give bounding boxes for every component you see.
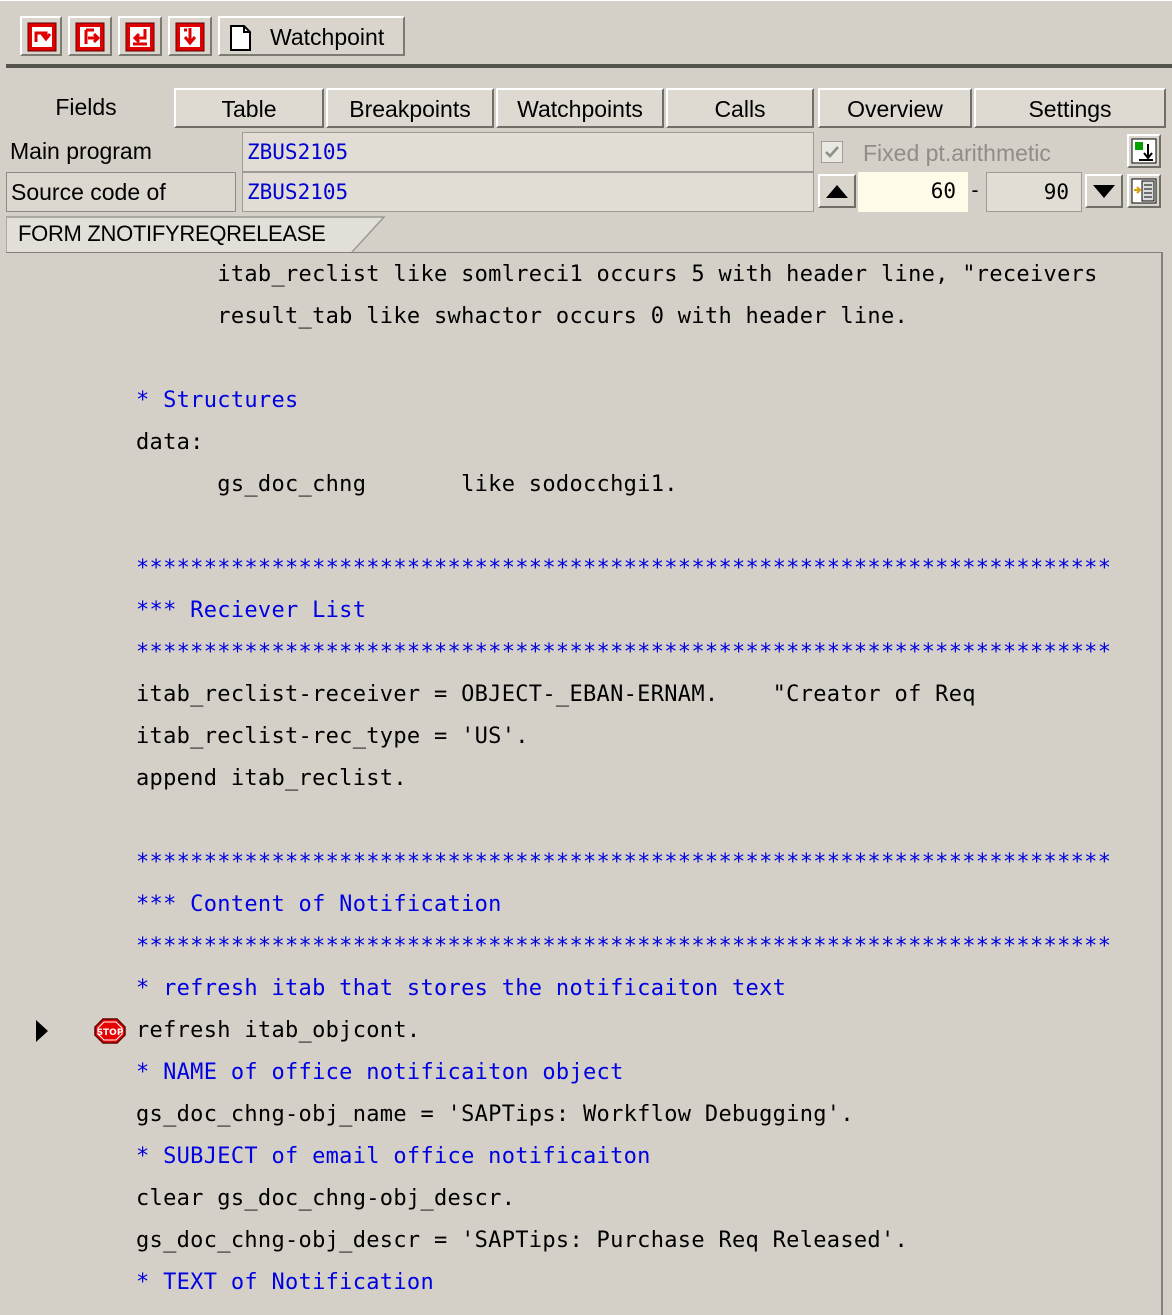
current-line-arrow-icon	[36, 1020, 48, 1042]
fixed-point-label: Fixed pt.arithmetic	[863, 140, 1051, 166]
return-button[interactable]	[118, 16, 162, 56]
tab-settings[interactable]: Settings	[974, 88, 1166, 128]
code-line: append itab_reclist.	[136, 766, 407, 791]
code-line: * NAME of office notificaiton object	[136, 1060, 624, 1085]
new-document-icon	[230, 25, 251, 51]
continue-icon	[175, 22, 205, 52]
download-arrow-icon	[1131, 138, 1157, 164]
debugger-toolbar: Watchpoint	[0, 0, 1172, 66]
main-program-field[interactable]: ZBUS2105	[242, 132, 814, 172]
code-line: gs_doc_chng like sodocchgi1.	[136, 472, 678, 497]
triangle-down-icon	[1093, 185, 1115, 198]
code-line: * TEXT of Notification	[136, 1270, 434, 1295]
code-line: data:	[136, 430, 204, 455]
fixed-point-checkbox[interactable]	[821, 141, 843, 163]
code-line: gs_doc_chng-obj_descr = 'SAPTips: Purcha…	[136, 1228, 909, 1253]
code-line: * refresh itab that stores the notificai…	[136, 976, 787, 1001]
code-line: *** Reciever List	[136, 598, 367, 623]
return-icon	[125, 22, 155, 52]
code-line: itab_reclist-receiver = OBJECT-_EBAN-ERN…	[136, 682, 976, 707]
scroll-up-button[interactable]	[818, 174, 856, 208]
code-line: gs_doc_chng-obj_name = 'SAPTips: Workflo…	[136, 1102, 854, 1127]
code-line: * Structures	[136, 388, 299, 413]
tab-breakpoints[interactable]: Breakpoints	[326, 88, 494, 128]
tab-label: Calls	[714, 96, 766, 122]
code-line: ****************************************…	[136, 850, 1112, 875]
code-line: result_tab like swhactor occurs 0 with h…	[136, 304, 909, 329]
continue-button[interactable]	[168, 16, 212, 56]
code-line: ****************************************…	[136, 934, 1112, 959]
range-separator: -	[971, 179, 979, 202]
scroll-down-button[interactable]	[1085, 174, 1123, 208]
watchpoint-label: Watchpoint	[270, 24, 385, 50]
breakpoint-stop-icon[interactable]: STOP	[94, 1018, 126, 1044]
tab-label: Overview	[847, 96, 943, 122]
tab-watchpoints[interactable]: Watchpoints	[496, 88, 664, 128]
watchpoint-button[interactable]: Watchpoint	[218, 16, 405, 56]
tab-table[interactable]: Table	[174, 88, 324, 128]
tab-fields[interactable]: Fields	[6, 88, 166, 128]
current-code-line[interactable]: refresh itab_objcont.	[136, 1010, 420, 1052]
source-code-of-field[interactable]: ZBUS2105	[242, 172, 814, 212]
tab-label: Settings	[1028, 96, 1112, 122]
code-line: ****************************************…	[136, 640, 1112, 665]
code-line: * SUBJECT of email office notificaiton	[136, 1144, 651, 1169]
range-from-field[interactable]: 60	[858, 172, 968, 212]
code-line: ****************************************…	[136, 556, 1112, 581]
tab-label: Watchpoints	[517, 96, 643, 122]
code-line: *** Content of Notification	[136, 892, 502, 917]
tab-calls[interactable]: Calls	[666, 88, 814, 128]
triangle-up-icon	[826, 185, 848, 198]
checkmark-icon	[825, 146, 839, 158]
tab-label: Breakpoints	[349, 96, 471, 122]
tab-label: Table	[221, 96, 277, 122]
code-line: itab_reclist-rec_type = 'US'.	[136, 724, 529, 749]
main-program-label: Main program	[10, 138, 152, 164]
source-navigate-button[interactable]	[1127, 174, 1161, 208]
list-navigate-icon	[1131, 178, 1157, 204]
debugger-panel: Fields Table Breakpoints Watchpoints Cal…	[6, 68, 1172, 1315]
form-name-label: FORM ZNOTIFYREQRELEASE	[18, 221, 326, 246]
single-step-icon	[27, 22, 57, 52]
execute-button[interactable]	[68, 16, 112, 56]
source-code-of-label: Source code of	[6, 172, 236, 212]
code-line: clear gs_doc_chng-obj_descr.	[136, 1186, 516, 1211]
tab-label: Fields	[55, 94, 117, 120]
program-select-button[interactable]	[1127, 134, 1161, 168]
tab-overview[interactable]: Overview	[818, 88, 972, 128]
svg-text:STOP: STOP	[97, 1028, 124, 1038]
code-line: itab_reclist like somlreci1 occurs 5 wit…	[136, 262, 1098, 287]
range-to-field[interactable]: 90	[986, 172, 1082, 212]
execute-icon	[75, 22, 105, 52]
single-step-button[interactable]	[20, 16, 62, 56]
